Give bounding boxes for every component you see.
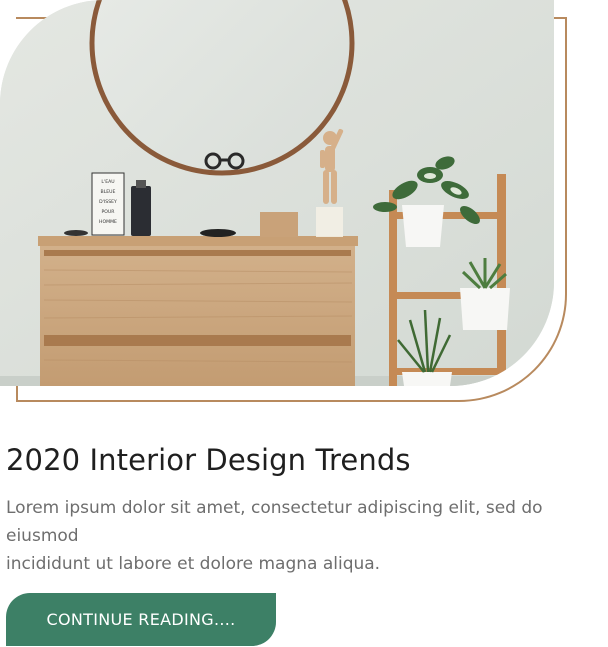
sunglasses xyxy=(200,229,236,237)
wooden-box xyxy=(260,212,298,237)
continue-reading-button[interactable]: CONTINUE READING.... xyxy=(6,593,276,646)
perfume-bottle xyxy=(131,186,151,236)
candle xyxy=(316,207,343,237)
svg-text:L'EAU: L'EAU xyxy=(101,179,114,185)
blog-post-card: L'EAU BLEUE D'ISSEY POUR HOMME 2020 Inte… xyxy=(0,0,608,647)
dresser-top xyxy=(38,236,358,246)
interior-photo: L'EAU BLEUE D'ISSEY POUR HOMME xyxy=(0,0,554,386)
post-featured-image[interactable]: L'EAU BLEUE D'ISSEY POUR HOMME xyxy=(0,0,554,386)
post-title[interactable]: 2020 Interior Design Trends xyxy=(6,443,411,477)
svg-text:HOMME: HOMME xyxy=(99,219,117,225)
svg-text:POUR: POUR xyxy=(102,209,116,215)
post-excerpt: Lorem ipsum dolor sit amet, consectetur … xyxy=(6,498,543,574)
svg-text:D'ISSEY: D'ISSEY xyxy=(99,199,117,205)
svg-text:BLEUE: BLEUE xyxy=(101,189,116,195)
